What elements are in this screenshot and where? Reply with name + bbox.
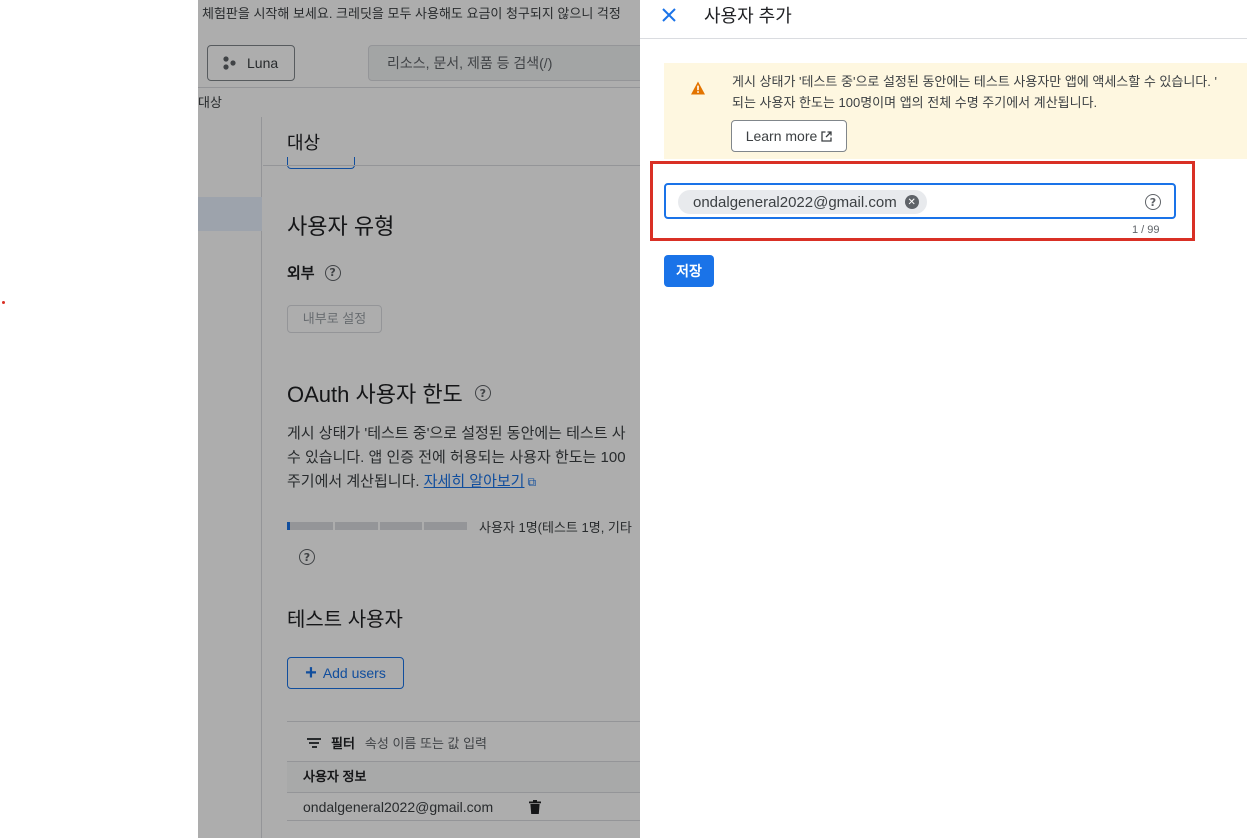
- user-limit-progress: [287, 522, 467, 530]
- table-header: 사용자 정보: [287, 761, 640, 793]
- oauth-desc-text: 주기에서 계산됩니다.: [287, 473, 424, 490]
- user-type-label: 외부: [287, 265, 315, 282]
- filter-label: 필터: [331, 736, 355, 751]
- help-icon[interactable]: ?: [299, 549, 315, 565]
- usage-label: 사용자 1명(테스트 1명, 기타: [479, 520, 632, 535]
- email-chip-input[interactable]: ondalgeneral2022@gmail.com ✕ ?: [664, 183, 1176, 219]
- page-title: 대상: [287, 133, 321, 153]
- project-picker-button[interactable]: Luna: [207, 45, 295, 81]
- trash-icon[interactable]: [529, 799, 542, 814]
- table-row: ondalgeneral2022@gmail.com: [287, 793, 640, 821]
- project-name: Luna: [247, 55, 279, 71]
- warning-line: 게시 상태가 '테스트 중'으로 설정된 동안에는 테스트 사용자만 앱에 액세…: [732, 74, 1217, 89]
- oauth-desc-line: 주기에서 계산됩니다. 자세히 알아보기 ⧉: [287, 470, 640, 494]
- user-type-heading: 사용자 유형: [287, 214, 395, 239]
- title-divider: [263, 165, 640, 166]
- help-icon[interactable]: ?: [474, 385, 491, 401]
- close-button[interactable]: [658, 4, 680, 26]
- breadcrumb: 대상: [198, 95, 222, 110]
- set-internal-button[interactable]: 내부로 설정: [287, 305, 382, 333]
- main-content: 대상 사용자 유형 외부 ? 내부로 설정 OAuth 사용자 한도 ? 게시 …: [263, 117, 640, 838]
- filter-input[interactable]: 속성 이름 또는 값 입력: [365, 733, 487, 752]
- cut-off-button[interactable]: [287, 157, 355, 169]
- trial-banner: 체험판을 시작해 보세요. 크레딧을 모두 사용해도 요금이 청구되지 않으니 …: [202, 6, 621, 21]
- table-divider: [287, 721, 640, 722]
- add-users-label: Add users: [322, 665, 386, 681]
- side-nav-active-item[interactable]: [198, 197, 262, 231]
- search-input[interactable]: 리소스, 문서, 제품 등 검색(/): [368, 45, 640, 81]
- learn-more-label: Learn more: [745, 128, 818, 144]
- left-blank-area: [0, 0, 198, 838]
- oauth-desc-line: 게시 상태가 '테스트 중'으로 설정된 동안에는 테스트 사: [287, 425, 626, 442]
- oauth-heading-text: OAuth 사용자 한도: [287, 382, 463, 407]
- learn-more-link[interactable]: 자세히 알아보기: [424, 473, 525, 490]
- help-icon[interactable]: ?: [324, 264, 341, 281]
- panel-header: 사용자 추가: [640, 0, 1247, 39]
- email-chip[interactable]: ondalgeneral2022@gmail.com ✕: [678, 190, 927, 214]
- character-counter: 1 / 99: [1132, 224, 1160, 236]
- close-icon: [662, 8, 676, 22]
- warning-banner: 게시 상태가 '테스트 중'으로 설정된 동안에는 테스트 사용자만 앱에 액세…: [664, 63, 1247, 159]
- cancel-icon[interactable]: ✕: [904, 195, 919, 209]
- plus-icon: +: [305, 662, 317, 684]
- table-filter[interactable]: 필터 속성 이름 또는 값 입력: [307, 733, 487, 752]
- chip-email-text: ondalgeneral2022@gmail.com: [693, 193, 897, 211]
- side-nav: [198, 117, 262, 838]
- annotation-dot: [2, 301, 5, 304]
- oauth-description: 게시 상태가 '테스트 중'으로 설정된 동안에는 테스트 사 수 있습니다. …: [287, 422, 640, 494]
- save-button[interactable]: 저장: [664, 255, 714, 287]
- external-link-icon: [821, 130, 832, 142]
- test-users-heading: 테스트 사용자: [287, 609, 403, 631]
- user-type-value: 외부 ?: [287, 262, 341, 283]
- warning-line: 되는 사용자 한도는 100명이며 앱의 전체 수명 주기에서 계산됩니다.: [732, 95, 1098, 110]
- add-users-button[interactable]: + Add users: [287, 657, 404, 689]
- warning-text: 게시 상태가 '테스트 중'으로 설정된 동안에는 테스트 사용자만 앱에 액세…: [732, 71, 1217, 113]
- oauth-limit-heading: OAuth 사용자 한도 ?: [287, 377, 491, 409]
- background-page: 체험판을 시작해 보세요. 크레딧을 모두 사용해도 요금이 청구되지 않으니 …: [198, 0, 640, 838]
- filter-icon: [307, 737, 321, 748]
- help-icon[interactable]: ?: [1145, 194, 1161, 210]
- add-user-panel: 사용자 추가 게시 상태가 '테스트 중'으로 설정된 동안에는 테스트 사용자…: [640, 0, 1247, 838]
- external-link-icon: ⧉: [527, 475, 537, 489]
- user-email-cell: ondalgeneral2022@gmail.com: [303, 798, 494, 815]
- oauth-desc-line: 수 있습니다. 앱 인증 전에 허용되는 사용자 한도는 100: [287, 449, 626, 466]
- learn-more-button[interactable]: Learn more: [731, 120, 847, 152]
- warning-icon: [691, 81, 705, 95]
- project-icon: [223, 56, 236, 70]
- top-header: Luna 리소스, 문서, 제품 등 검색(/): [198, 28, 640, 88]
- panel-title: 사용자 추가: [704, 6, 792, 26]
